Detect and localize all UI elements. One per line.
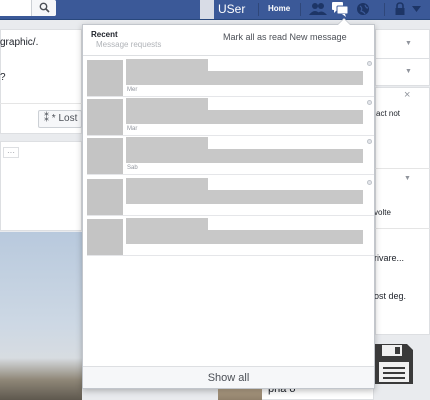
post-photo[interactable] — [0, 232, 82, 400]
topbar-divider — [384, 3, 385, 16]
mark-read-dot-icon[interactable] — [367, 180, 372, 185]
lost-icon: ⁑ — [44, 113, 52, 124]
message-item[interactable] — [87, 178, 374, 216]
sidebar-divider — [375, 228, 430, 229]
conversation-avatar — [87, 60, 123, 96]
right-panel-1 — [375, 29, 430, 59]
close-icon[interactable]: × — [404, 89, 410, 101]
sidebar-text-4: ost deg. — [374, 291, 407, 301]
mark-all-read-link[interactable]: Mark all as read — [223, 32, 287, 42]
privacy-lock-icon[interactable] — [394, 2, 406, 16]
question-mark-text: ? — [0, 72, 6, 83]
search-button[interactable] — [31, 0, 56, 16]
show-all-link[interactable]: Show all — [83, 366, 374, 388]
settings-caret-icon[interactable] — [412, 6, 421, 12]
message-item[interactable]: Mar — [87, 98, 374, 136]
topbar-divider — [258, 3, 259, 16]
profile-username-link[interactable]: USer — [218, 2, 245, 16]
mark-read-dot-icon[interactable] — [367, 100, 372, 105]
right-panel-2 — [375, 58, 430, 86]
chevron-down-icon[interactable]: ▼ — [405, 68, 412, 75]
new-message-link[interactable]: New message — [290, 32, 347, 42]
lost-button-label: * Lost — [51, 113, 78, 124]
chevron-down-icon[interactable]: ▼ — [404, 175, 411, 182]
message-item[interactable]: Mer — [87, 59, 374, 97]
sidebar-text-1: act not — [376, 109, 401, 118]
home-link[interactable]: Home — [268, 4, 290, 13]
conversation-avatar — [87, 99, 123, 135]
redacted-message-snippet — [126, 149, 363, 163]
dropdown-header: Recent Message requests Mark all as read… — [83, 25, 374, 56]
redacted-sender-name — [126, 218, 208, 230]
search-box[interactable] — [0, 0, 56, 16]
lost-button[interactable]: ⁑ * Lost — [38, 110, 82, 128]
sidebar-divider — [375, 168, 430, 169]
notifications-globe-icon[interactable] — [356, 2, 370, 16]
redacted-message-snippet — [126, 190, 363, 204]
panel-divider — [0, 103, 82, 104]
chevron-down-icon[interactable]: ▼ — [405, 40, 412, 47]
conversation-avatar — [87, 179, 123, 215]
message-time: Sab — [127, 165, 138, 171]
profile-avatar[interactable] — [200, 0, 214, 19]
top-navigation-bar: USer Home — [0, 0, 430, 20]
message-time: Mar — [127, 126, 138, 132]
mark-read-dot-icon[interactable] — [367, 61, 372, 66]
mark-read-dot-icon[interactable] — [367, 139, 372, 144]
redacted-sender-name — [126, 98, 208, 110]
redacted-message-snippet — [126, 110, 363, 124]
redacted-sender-name — [126, 59, 208, 71]
post-options-button[interactable]: ··· — [3, 147, 19, 158]
conversation-avatar — [87, 138, 123, 174]
message-item[interactable]: Sab — [87, 137, 374, 175]
link-url-fragment: graphic/. — [0, 37, 39, 48]
friend-requests-icon[interactable] — [309, 2, 327, 16]
redacted-message-snippet — [126, 230, 363, 244]
redacted-sender-name — [126, 178, 208, 190]
tab-message-requests[interactable]: Message requests — [96, 40, 161, 49]
message-time: Mer — [127, 87, 138, 93]
sidebar-text-2: volte — [374, 208, 391, 217]
messages-dropdown: Recent Message requests Mark all as read… — [82, 18, 375, 389]
topbar-divider — [300, 3, 301, 16]
tab-recent[interactable]: Recent — [91, 30, 118, 39]
sidebar-text-3: rivare... — [374, 253, 405, 263]
dropdown-actions: Mark all as read New message — [223, 32, 347, 42]
messages-icon[interactable] — [332, 2, 349, 17]
search-icon — [39, 2, 50, 13]
redacted-sender-name — [126, 137, 208, 149]
conversation-avatar — [87, 219, 123, 255]
message-item[interactable] — [87, 218, 374, 256]
floppy-disk-icon[interactable] — [374, 343, 414, 385]
redacted-message-snippet — [126, 71, 363, 85]
